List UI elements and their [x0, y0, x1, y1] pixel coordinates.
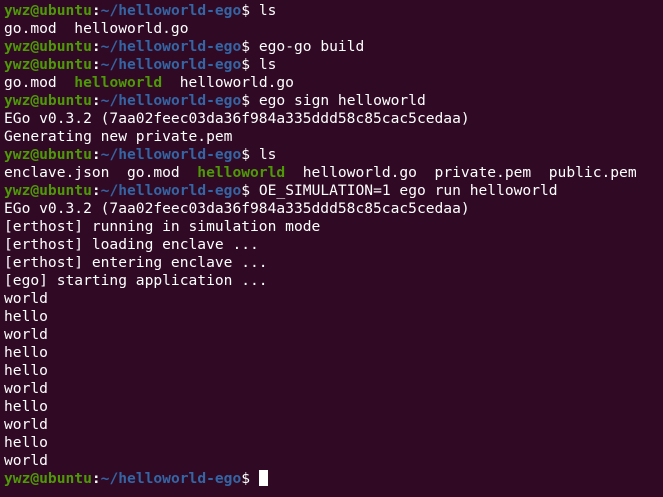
prompt-colon: : [91, 38, 101, 55]
prompt-colon: : [91, 146, 101, 163]
command-text: ls [250, 146, 277, 163]
prompt-user-host: ywz@ubuntu [4, 56, 92, 73]
output-line: hello [4, 344, 663, 362]
prompt-symbol: $ [241, 56, 251, 73]
output-line: Generating new private.pem [4, 128, 663, 146]
output-text: world [4, 290, 48, 307]
output-line: go.mod helloworld.go [4, 20, 663, 38]
executable-file-name: helloworld [197, 164, 286, 181]
prompt-line: ywz@ubuntu:~/helloworld-ego$ [4, 470, 663, 488]
file-names: helloworld.go [162, 74, 294, 91]
output-line: [erthost] entering enclave ... [4, 254, 663, 272]
command-text: ls [250, 56, 277, 73]
prompt-path: ~/helloworld-ego [100, 56, 242, 73]
prompt-symbol: $ [241, 146, 251, 163]
file-names: enclave.json go.mod [4, 164, 198, 181]
prompt-line: ywz@ubuntu:~/helloworld-ego$ ls [4, 2, 663, 20]
prompt-colon: : [91, 56, 101, 73]
output-line: world [4, 416, 663, 434]
terminal-window[interactable]: ywz@ubuntu:~/helloworld-ego$ ls go.mod he… [0, 0, 663, 497]
output-line: [erthost] running in simulation mode [4, 218, 663, 236]
prompt-symbol: $ [241, 470, 251, 487]
prompt-line: ywz@ubuntu:~/helloworld-ego$ ls [4, 146, 663, 164]
output-text: hello [4, 398, 48, 415]
output-line: hello [4, 308, 663, 326]
prompt-line: ywz@ubuntu:~/helloworld-ego$ ego sign he… [4, 92, 663, 110]
command-text: OE_SIMULATION=1 ego run helloworld [250, 182, 558, 199]
prompt-path: ~/helloworld-ego [100, 146, 242, 163]
prompt-line: ywz@ubuntu:~/helloworld-ego$ ls [4, 56, 663, 74]
output-text: EGo v0.3.2 (7aa02feec03da36f984a335ddd58… [4, 200, 470, 217]
prompt-path: ~/helloworld-ego [100, 92, 242, 109]
output-text: [erthost] loading enclave ... [4, 236, 259, 253]
prompt-colon: : [91, 92, 101, 109]
output-line: [erthost] loading enclave ... [4, 236, 663, 254]
output-text: [erthost] entering enclave ... [4, 254, 268, 271]
prompt-symbol: $ [241, 92, 251, 109]
output-text: EGo v0.3.2 (7aa02feec03da36f984a335ddd58… [4, 110, 470, 127]
prompt-user-host: ywz@ubuntu [4, 38, 92, 55]
output-line: EGo v0.3.2 (7aa02feec03da36f984a335ddd58… [4, 110, 663, 128]
prompt-path: ~/helloworld-ego [100, 38, 242, 55]
prompt-user-host: ywz@ubuntu [4, 182, 92, 199]
output-text: world [4, 326, 48, 343]
output-text: go.mod helloworld.go [4, 20, 189, 37]
prompt-colon: : [91, 470, 101, 487]
output-line: world [4, 326, 663, 344]
output-text: Generating new private.pem [4, 128, 233, 145]
prompt-user-host: ywz@ubuntu [4, 470, 92, 487]
output-line: hello [4, 398, 663, 416]
prompt-colon: : [91, 2, 101, 19]
executable-file-name: helloworld [74, 74, 163, 91]
file-names: go.mod [4, 74, 75, 91]
output-text: world [4, 380, 48, 397]
output-line: hello [4, 434, 663, 452]
output-text: [erthost] running in simulation mode [4, 218, 321, 235]
output-text: world [4, 416, 48, 433]
output-line: world [4, 380, 663, 398]
output-line: world [4, 290, 663, 308]
prompt-symbol: $ [241, 38, 251, 55]
output-line: hello [4, 362, 663, 380]
prompt-line: ywz@ubuntu:~/helloworld-ego$ OE_SIMULATI… [4, 182, 663, 200]
prompt-line: ywz@ubuntu:~/helloworld-ego$ ego-go buil… [4, 38, 663, 56]
output-text: hello [4, 344, 48, 361]
file-names: helloworld.go private.pem public.pem [285, 164, 637, 181]
prompt-user-host: ywz@ubuntu [4, 2, 92, 19]
prompt-path: ~/helloworld-ego [100, 2, 242, 19]
prompt-colon: : [91, 182, 101, 199]
prompt-path: ~/helloworld-ego [100, 182, 242, 199]
prompt-path: ~/helloworld-ego [100, 470, 242, 487]
output-text: world [4, 452, 48, 469]
file-listing-line: go.mod helloworld helloworld.go [4, 74, 663, 92]
prompt-symbol: $ [241, 2, 251, 19]
command-text: ego sign helloworld [250, 92, 426, 109]
command-text: ls [250, 2, 277, 19]
output-line: EGo v0.3.2 (7aa02feec03da36f984a335ddd58… [4, 200, 663, 218]
output-text: hello [4, 434, 48, 451]
prompt-user-host: ywz@ubuntu [4, 146, 92, 163]
file-listing-line: enclave.json go.mod helloworld helloworl… [4, 164, 663, 182]
output-text: hello [4, 308, 48, 325]
prompt-user-host: ywz@ubuntu [4, 92, 92, 109]
output-text: [ego] starting application ... [4, 272, 268, 289]
prompt-symbol: $ [241, 182, 251, 199]
output-text: hello [4, 362, 48, 379]
text-cursor [258, 470, 268, 486]
output-line: world [4, 452, 663, 470]
command-text [250, 470, 259, 487]
command-text: ego-go build [250, 38, 365, 55]
output-line: [ego] starting application ... [4, 272, 663, 290]
